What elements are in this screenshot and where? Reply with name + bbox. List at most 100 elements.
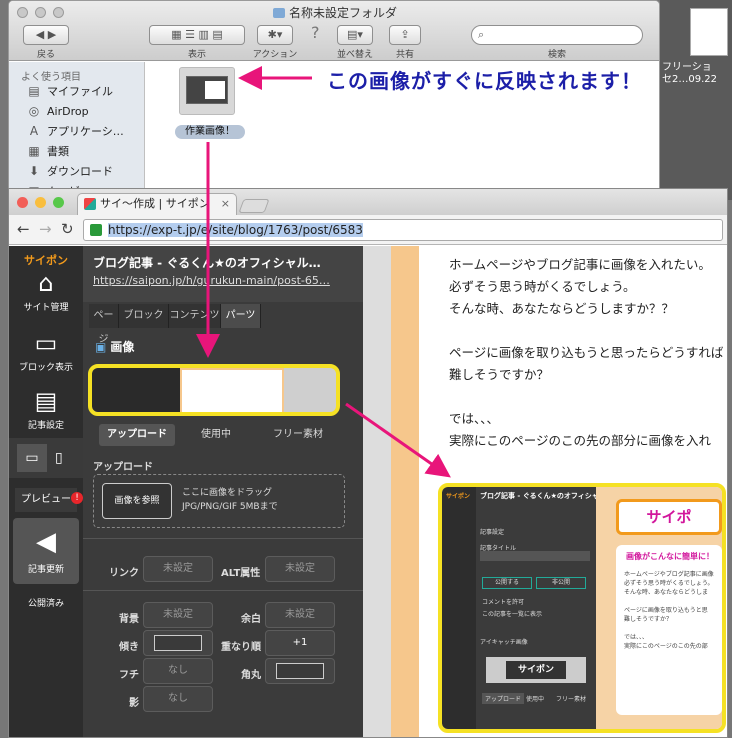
- megaphone-icon: ◀: [36, 527, 56, 557]
- rail-item-blocks[interactable]: ▭ ブロック表示: [9, 328, 83, 373]
- gear-icon[interactable]: ✱▾: [257, 25, 293, 45]
- tab-in-use[interactable]: 使用中: [191, 424, 241, 446]
- document-icon: ▤: [34, 387, 58, 415]
- panel-header: ブログ記事 - ぐるくん★のオフィシャル… https://saipon.jp/…: [83, 246, 363, 302]
- border-label: フチ: [119, 670, 139, 681]
- sidebar-item-myfiles[interactable]: ▤ マイファイル: [27, 82, 113, 100]
- inset-comment-check: コメントを許可: [482, 599, 525, 606]
- inset-tab-inuse: 使用中: [526, 696, 545, 703]
- sidebar-heading: よく使う項目: [21, 72, 81, 83]
- edit-panel: ブログ記事 - ぐるくん★のオフィシャル… https://saipon.jp/…: [83, 246, 363, 737]
- close-tab-icon[interactable]: ×: [221, 194, 230, 214]
- documents-icon: ▦: [28, 144, 40, 158]
- sort-button[interactable]: ▤▾: [337, 25, 373, 45]
- address-bar[interactable]: https://exp-t.jp/e/site/blog/1763/post/6…: [83, 219, 723, 241]
- file-name[interactable]: 作業画像！: [175, 125, 245, 139]
- tab-page[interactable]: ページ: [89, 304, 119, 345]
- desktop-file-label: フリーショ セ2…09.22: [662, 62, 717, 85]
- inset-eyecatch: アイキャッチ画像: [480, 639, 528, 646]
- link-field[interactable]: 未設定: [143, 556, 213, 582]
- rail-item-site[interactable]: ⌂ サイト管理: [9, 268, 83, 313]
- share-icon[interactable]: ⇪: [389, 25, 421, 45]
- sidebar-item-airdrop[interactable]: ◎ AirDrop: [27, 102, 89, 120]
- inset-body-line: 難しそうですか？: [624, 616, 673, 623]
- inset-section: 記事設定: [480, 529, 505, 536]
- browser-tab[interactable]: サイ～作成 | サイポン ×: [77, 193, 237, 215]
- inset-body-line: 必ずそう思う時がくるでしょう。: [624, 580, 714, 587]
- close-button[interactable]: [17, 197, 28, 208]
- image-heading: ▣ 画像: [95, 340, 135, 354]
- alt-field[interactable]: 未設定: [265, 556, 335, 582]
- sidebar-item-documents[interactable]: ▦ 書類: [27, 142, 69, 160]
- tab-bar: サイ～作成 | サイポン ×: [9, 189, 727, 215]
- radius-field[interactable]: [265, 658, 335, 684]
- update-button[interactable]: ◀ 記事更新: [13, 518, 79, 584]
- image-icon: ▣: [95, 340, 107, 354]
- new-tab-button[interactable]: [238, 199, 270, 213]
- tab-content[interactable]: コンテンツ: [169, 304, 221, 328]
- inset-body-line: では、、、: [624, 634, 649, 641]
- home-icon: ⌂: [38, 269, 54, 297]
- search-label: 検索: [547, 50, 566, 60]
- margin-field[interactable]: 未設定: [265, 602, 335, 628]
- back-forward-buttons[interactable]: ◀ ▶: [23, 25, 69, 45]
- alt-label: ALT属性: [221, 568, 261, 579]
- margin-label: 余白: [241, 614, 261, 625]
- border-field[interactable]: なし: [143, 658, 213, 684]
- inset-logo: サイポン: [446, 493, 471, 500]
- download-icon: ⬇: [28, 164, 40, 178]
- finder-toolbar: 名称未設定フォルダ ◀ ▶ 戻る ▦ ☰ ▥ ▤ 表示 ✱▾ アクション ? ▤…: [9, 1, 659, 61]
- desktop-icon[interactable]: ▭: [17, 444, 47, 472]
- publish-status: 公開済み: [27, 599, 64, 609]
- rail-item-article[interactable]: ▤ 記事設定: [9, 386, 83, 431]
- overlap-label: 重なり順: [221, 642, 261, 653]
- inset-field: [480, 551, 590, 561]
- divider: [83, 538, 363, 539]
- preview-gutter: [363, 246, 391, 737]
- inset-body-line: そんな時、あなたならどうしま: [624, 589, 709, 596]
- preview-button[interactable]: プレビュー: [15, 488, 77, 512]
- body-text-line: 必ずそう思う時がくるでしょう。: [449, 279, 636, 294]
- applications-icon: A: [29, 124, 39, 138]
- page-title: ブログ記事 - ぐるくん★のオフィシャル…: [93, 256, 321, 270]
- window-title: 名称未設定フォルダ: [9, 4, 659, 21]
- tab-upload[interactable]: アップロード: [99, 424, 175, 446]
- minimize-button[interactable]: [35, 197, 46, 208]
- folder-icon: [272, 8, 285, 18]
- divider: [83, 590, 363, 591]
- browse-image-button[interactable]: 画像を参照: [102, 483, 172, 519]
- tab-block[interactable]: ブロック: [119, 304, 169, 328]
- file-thumbnail[interactable]: [179, 67, 235, 115]
- tab-parts[interactable]: パーツ: [221, 304, 261, 328]
- shadow-field[interactable]: なし: [143, 686, 213, 712]
- search-icon: ⌕: [478, 28, 485, 41]
- drop-zone[interactable]: 画像を参照 ここに画像をドラッグ JPG/PNG/GIF 5MBまで: [93, 474, 345, 528]
- body-text-line: ページに画像を取り込もうと思ったらどうすれば: [449, 345, 724, 360]
- page-url-link[interactable]: https://saipon.jp/h/gurukun-main/post-65…: [93, 274, 330, 287]
- navigation-bar: ← → ↻ https://exp-t.jp/e/site/blog/1763/…: [9, 215, 727, 245]
- back-arrow-icon[interactable]: ←: [17, 221, 30, 237]
- body-text-line: では、、、: [449, 411, 500, 426]
- inset-tab-upload: アップロード: [482, 693, 525, 704]
- desktop-file-icon[interactable]: [690, 8, 728, 56]
- search-input[interactable]: ⌕: [471, 25, 643, 45]
- forward-arrow-icon[interactable]: →: [39, 221, 52, 237]
- drop-hint-2: JPG/PNG/GIF 5MBまで: [182, 502, 278, 512]
- mobile-icon[interactable]: ▯: [55, 444, 63, 472]
- body-text-line: そんな時、あなたならどうしますか？？: [449, 301, 675, 316]
- tab-free-material[interactable]: フリー素材: [263, 424, 333, 446]
- tilt-field[interactable]: [143, 630, 213, 656]
- inset-hero-card: サイポ: [616, 499, 722, 535]
- app-rail: サイポン ⌂ サイト管理 ▭ ブロック表示 ▤ 記事設定 ▭ ▯ プレビュー ◀ 記事更…: [9, 246, 83, 737]
- finder-window: 名称未設定フォルダ ◀ ▶ 戻る ▦ ☰ ▥ ▤ 表示 ✱▾ アクション ? ▤…: [8, 0, 660, 200]
- drop-hint-1: ここに画像をドラッグ: [182, 488, 273, 498]
- sidebar-item-applications[interactable]: A アプリケーシ…: [27, 122, 124, 140]
- sidebar-item-downloads[interactable]: ⬇ ダウンロード: [27, 162, 113, 180]
- view-mode-buttons[interactable]: ▦ ☰ ▥ ▤: [149, 25, 245, 45]
- help-icon[interactable]: ?: [311, 23, 320, 42]
- overlap-field[interactable]: +1: [265, 630, 335, 656]
- image-preview-slot[interactable]: [88, 364, 340, 416]
- background-field[interactable]: 未設定: [143, 602, 213, 628]
- zoom-button[interactable]: [53, 197, 64, 208]
- reload-icon[interactable]: ↻: [61, 221, 74, 237]
